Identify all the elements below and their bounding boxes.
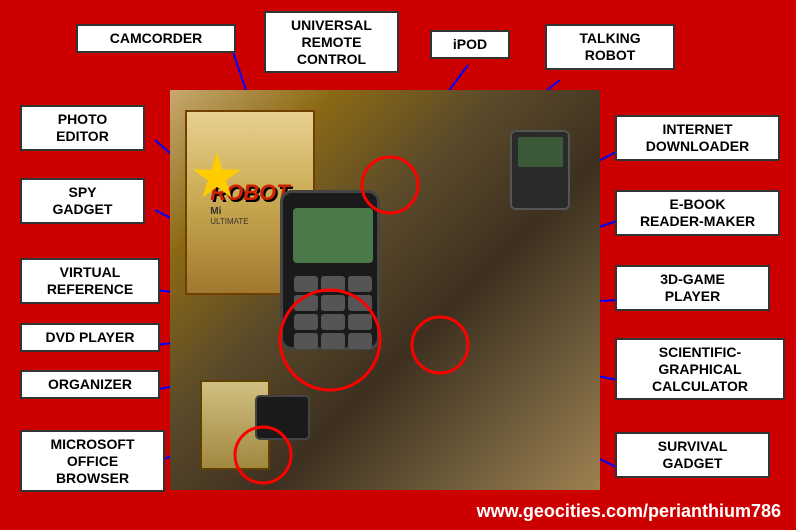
photo-editor-label: PHOTOEDITOR	[20, 105, 145, 151]
ebook-reader-label: E-BOOKREADER-MAKER	[615, 190, 780, 236]
virtual-reference-label: VIRTUALREFERENCE	[20, 258, 160, 304]
phone-device	[280, 190, 380, 350]
right-gadget	[510, 130, 570, 210]
ipod-label: iPOD	[430, 30, 510, 59]
organizer-label: ORGANIZER	[20, 370, 160, 399]
small-device	[255, 395, 310, 440]
universal-remote-label: UNIVERSALREMOTECONTROL	[264, 11, 399, 73]
center-image: ROBOT Mi ULTIMATE	[170, 90, 600, 490]
ms-office-browser-label: MICROSOFTOFFICEBROWSER	[20, 430, 165, 492]
game-player-label: 3D-GAMEPLAYER	[615, 265, 770, 311]
dvd-player-label: DVD PLAYER	[20, 323, 160, 352]
spy-gadget-label: SPYGADGET	[20, 178, 145, 224]
website-url: www.geocities.com/perianthium786	[477, 501, 781, 522]
talking-robot-label: TALKINGROBOT	[545, 24, 675, 70]
survival-gadget-label: SURVIVALGADGET	[615, 432, 770, 478]
scientific-calc-label: SCIENTIFIC-GRAPHICALCALCULATOR	[615, 338, 785, 400]
camcorder-label: CAMCORDER	[76, 24, 236, 53]
internet-downloader-label: INTERNETDOWNLOADER	[615, 115, 780, 161]
